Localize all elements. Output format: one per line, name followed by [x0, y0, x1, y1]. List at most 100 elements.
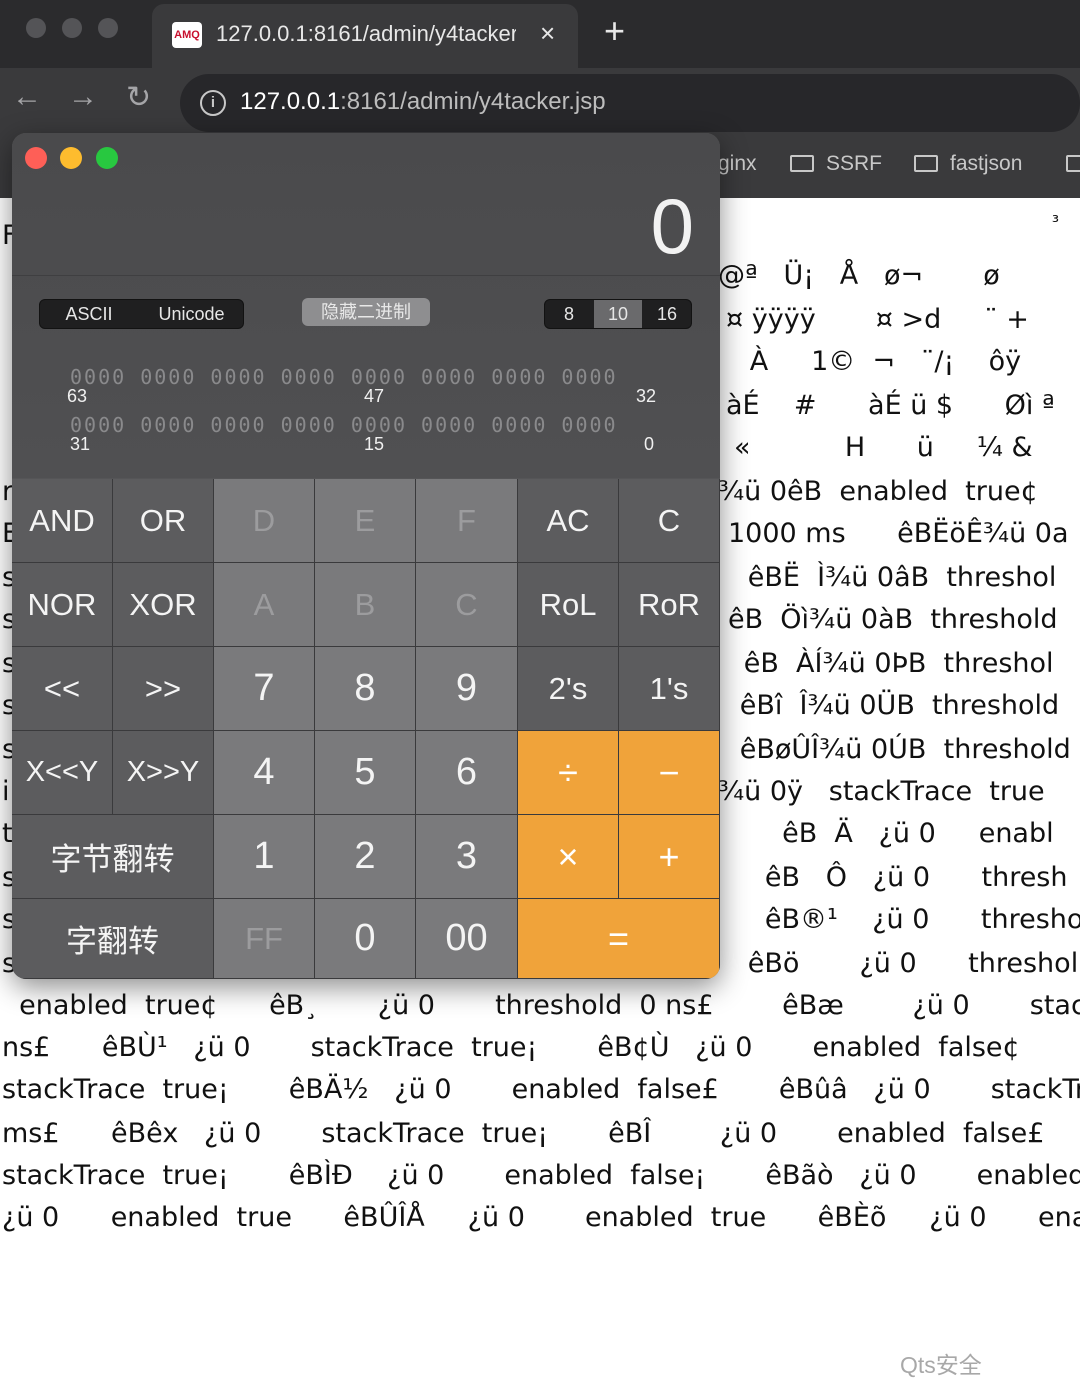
page-edge-char: t [2, 818, 13, 849]
zoom-window-icon[interactable] [96, 147, 118, 169]
page-line: 1000 ms êBËöÊ¾ü 0a [728, 518, 1069, 549]
window-zoom-dot[interactable] [98, 18, 118, 38]
bookmark-ssrf[interactable]: SSRF [790, 152, 882, 176]
digit-1-key[interactable]: 1 [214, 815, 315, 899]
shift-left-key[interactable]: << [12, 647, 113, 731]
encoding-segmented-control: ASCII Unicode [39, 299, 244, 329]
calculator-window: 0 ASCII Unicode 隐藏二进制 8 10 16 0000 0000 … [12, 133, 720, 979]
browser-tab-bar: AMQ 127.0.0.1:8161/admin/y4tacker.jsp × … [0, 0, 1080, 68]
forward-icon[interactable]: → [68, 80, 98, 114]
address-bar[interactable]: i 127.0.0.1:8161/admin/y4tacker.jsp [180, 74, 1080, 132]
page-line: êB Ô ¿ü 0 thresh [722, 862, 1068, 893]
page-line: êB®¹ ¿ü 0 threshol [722, 904, 1080, 935]
folder-icon [914, 155, 938, 172]
plus-key[interactable]: + [619, 815, 720, 899]
byte-flip-key[interactable]: 字节翻转 [12, 815, 214, 899]
bit-label: 15 [364, 434, 385, 454]
page-line: êBî Î¾ü 0ÜB threshold [714, 690, 1060, 721]
digit-5-key[interactable]: 5 [315, 731, 416, 815]
bit-label: 31 [70, 434, 91, 454]
multiply-key[interactable]: × [518, 815, 619, 899]
page-line: ms£ êBêx ¿ü 0 stackTrace true¡ êBÎ ¿ü 0 … [2, 1118, 1045, 1149]
digit-7-key[interactable]: 7 [214, 647, 315, 731]
tab-close-icon[interactable]: × [540, 18, 555, 49]
double-zero-key[interactable]: 00 [416, 899, 518, 979]
hex-b-key[interactable]: B [315, 563, 416, 647]
reload-icon[interactable]: ↻ [126, 80, 151, 115]
digit-8-key[interactable]: 8 [315, 647, 416, 731]
page-line: êBö ¿ü 0 threshol [722, 948, 1079, 979]
base-10-button[interactable]: 10 [594, 300, 642, 328]
base-segmented-control: 8 10 16 [544, 299, 692, 329]
page-line: À 1© ¬ ¨/¡ ôÿ [724, 346, 1022, 377]
hex-d-key[interactable]: D [214, 479, 315, 563]
digit-0-key[interactable]: 0 [315, 899, 416, 979]
x-shift-right-y-key[interactable]: X>>Y [113, 731, 214, 815]
hex-c-key[interactable]: C [416, 563, 518, 647]
browser-tab[interactable]: AMQ 127.0.0.1:8161/admin/y4tacker.jsp × [152, 4, 578, 68]
page-line: àÉ # àÉ ü $ Øì ª [726, 390, 1055, 421]
wechat-watermark: Qts安全 [900, 1352, 982, 1378]
page-edge-char: i [2, 776, 10, 807]
and-key[interactable]: AND [12, 479, 113, 563]
page-line: êB ÀÍ¾ü 0ÞB threshol [718, 648, 1054, 679]
bit-row-low[interactable]: 0000 0000 0000 0000 0000 0000 0000 0000 [70, 413, 618, 437]
browser-toolbar: ← → ↻ i 127.0.0.1:8161/admin/y4tacker.js… [0, 68, 1080, 138]
digit-9-key[interactable]: 9 [416, 647, 518, 731]
equals-key[interactable]: = [518, 899, 720, 979]
bookmark-fastjson[interactable]: fastjson [914, 152, 1022, 176]
rotate-right-key[interactable]: RoR [619, 563, 720, 647]
page-line: enabled true¢ êB¸ ¿ü 0 threshold 0 ns£ ê… [2, 990, 1080, 1021]
hex-ff-key[interactable]: FF [214, 899, 315, 979]
site-info-icon[interactable]: i [200, 90, 226, 116]
ascii-button[interactable]: ASCII [40, 300, 138, 328]
x-shift-left-y-key[interactable]: X<<Y [12, 731, 113, 815]
url-path: :8161/admin/y4tacker.jsp [340, 88, 606, 115]
digit-3-key[interactable]: 3 [416, 815, 518, 899]
clear-key[interactable]: C [619, 479, 720, 563]
divider [12, 275, 720, 276]
bookmark-overflow[interactable] [1066, 152, 1080, 176]
shift-right-key[interactable]: >> [113, 647, 214, 731]
page-line: ³ [720, 212, 1060, 233]
calculator-keypad: AND OR D E F AC C NOR XOR A B C RoL RoR … [12, 479, 720, 979]
close-window-icon[interactable] [25, 147, 47, 169]
word-flip-key[interactable]: 字翻转 [12, 899, 214, 979]
hide-binary-button[interactable]: 隐藏二进制 [302, 298, 430, 326]
base-8-button[interactable]: 8 [545, 300, 593, 328]
rotate-left-key[interactable]: RoL [518, 563, 619, 647]
xor-key[interactable]: XOR [113, 563, 214, 647]
window-minimize-dot[interactable] [62, 18, 82, 38]
back-icon[interactable]: ← [12, 80, 42, 114]
hex-a-key[interactable]: A [214, 563, 315, 647]
hex-f-key[interactable]: F [416, 479, 518, 563]
bookmark-label: ginx [718, 152, 757, 175]
ones-complement-key[interactable]: 1's [619, 647, 720, 731]
bookmark-ginx[interactable]: ginx [718, 152, 757, 176]
divide-key[interactable]: ÷ [518, 731, 619, 815]
new-tab-icon[interactable]: + [604, 10, 625, 52]
tab-title: 127.0.0.1:8161/admin/y4tacker.jsp [216, 21, 516, 46]
all-clear-key[interactable]: AC [518, 479, 619, 563]
page-line: ¤ ÿÿÿÿ ¤ >d ¨ + [726, 304, 1029, 335]
hex-e-key[interactable]: E [315, 479, 416, 563]
digit-6-key[interactable]: 6 [416, 731, 518, 815]
page-line: êB Ä ¿ü 0 enabl [722, 818, 1054, 849]
bookmark-label: SSRF [826, 152, 883, 175]
or-key[interactable]: OR [113, 479, 214, 563]
window-close-dot[interactable] [26, 18, 46, 38]
favicon-icon: AMQ [172, 22, 202, 48]
base-16-button[interactable]: 16 [643, 300, 691, 328]
twos-complement-key[interactable]: 2's [518, 647, 619, 731]
url-host: 127.0.0.1 [240, 88, 341, 115]
digit-4-key[interactable]: 4 [214, 731, 315, 815]
digit-2-key[interactable]: 2 [315, 815, 416, 899]
bookmark-label: fastjson [950, 152, 1023, 175]
page-line: @ª Ü¡ Å ø¬ ø [718, 260, 1000, 291]
nor-key[interactable]: NOR [12, 563, 113, 647]
url-text[interactable]: 127.0.0.1:8161/admin/y4tacker.jsp [240, 88, 606, 116]
minus-key[interactable]: − [619, 731, 720, 815]
bit-row-high[interactable]: 0000 0000 0000 0000 0000 0000 0000 0000 [70, 365, 618, 389]
unicode-button[interactable]: Unicode [140, 300, 243, 328]
minimize-window-icon[interactable] [60, 147, 82, 169]
